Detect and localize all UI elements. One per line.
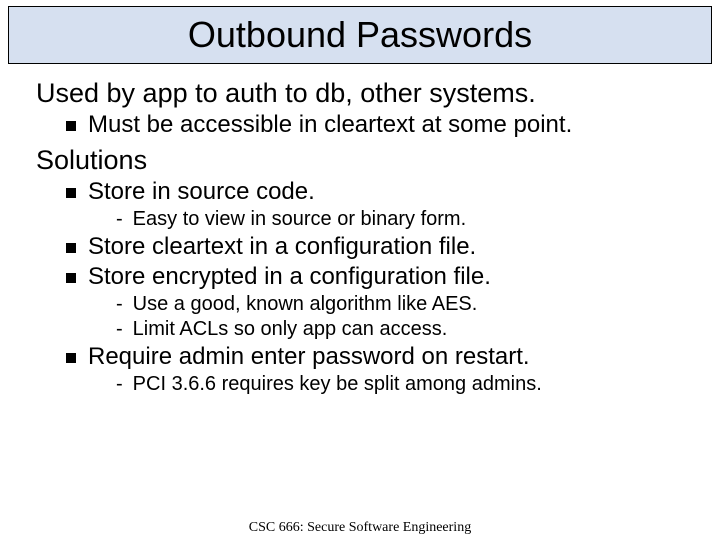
sub-bullet-item: - PCI 3.6.6 requires key be split among … <box>116 373 720 396</box>
bullet-text: Easy to view in source or binary form. <box>133 208 466 231</box>
dash-icon: - <box>116 208 123 231</box>
slide-title: Outbound Passwords <box>188 14 532 56</box>
sub-bullet-item: - Easy to view in source or binary form. <box>116 208 720 231</box>
section-heading: Used by app to auth to db, other systems… <box>36 78 720 109</box>
bullet-text: Limit ACLs so only app can access. <box>133 318 448 341</box>
section-heading: Solutions <box>36 145 720 176</box>
bullet-text: Store encrypted in a configuration file. <box>88 263 491 291</box>
square-bullet-icon <box>66 121 76 131</box>
slide-content: Used by app to auth to db, other systems… <box>0 64 720 396</box>
bullet-item: Must be accessible in cleartext at some … <box>66 111 720 139</box>
dash-icon: - <box>116 318 123 341</box>
bullet-item: Store in source code. <box>66 178 720 206</box>
bullet-item: Store encrypted in a configuration file. <box>66 263 720 291</box>
bullet-item: Require admin enter password on restart. <box>66 343 720 371</box>
square-bullet-icon <box>66 273 76 283</box>
square-bullet-icon <box>66 243 76 253</box>
dash-icon: - <box>116 293 123 316</box>
bullet-text: Use a good, known algorithm like AES. <box>133 293 478 316</box>
sub-bullet-item: - Limit ACLs so only app can access. <box>116 318 720 341</box>
square-bullet-icon <box>66 353 76 363</box>
dash-icon: - <box>116 373 123 396</box>
slide-footer: CSC 666: Secure Software Engineering <box>0 520 720 536</box>
bullet-text: Must be accessible in cleartext at some … <box>88 111 572 139</box>
title-banner: Outbound Passwords <box>8 6 712 64</box>
sub-bullet-item: - Use a good, known algorithm like AES. <box>116 293 720 316</box>
bullet-text: Require admin enter password on restart. <box>88 343 530 371</box>
square-bullet-icon <box>66 188 76 198</box>
bullet-item: Store cleartext in a configuration file. <box>66 233 720 261</box>
bullet-text: Store in source code. <box>88 178 315 206</box>
bullet-text: Store cleartext in a configuration file. <box>88 233 476 261</box>
bullet-text: PCI 3.6.6 requires key be split among ad… <box>133 373 542 396</box>
